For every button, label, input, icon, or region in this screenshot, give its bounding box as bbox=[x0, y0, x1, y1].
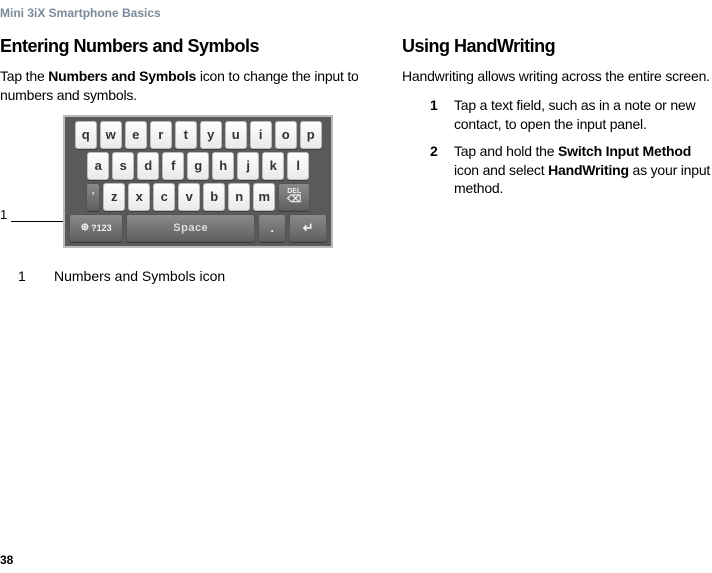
key-l[interactable]: l bbox=[287, 152, 309, 180]
step-2: 2 Tap and hold the Switch Input Method i… bbox=[430, 142, 712, 199]
enter-icon: ↵ bbox=[303, 220, 314, 236]
keyboard-row-4: ⊕ ?123 Space . ↵ bbox=[69, 214, 327, 242]
left-column: Entering Numbers and Symbols Tap the Num… bbox=[0, 36, 372, 284]
key-e[interactable]: e bbox=[125, 121, 147, 149]
key-m[interactable]: m bbox=[253, 183, 275, 211]
step-2-pre: Tap and hold the bbox=[454, 143, 558, 159]
chapter-header: Mini 3iX Smartphone Basics bbox=[0, 0, 712, 20]
key-q[interactable]: q bbox=[75, 121, 97, 149]
step-2-text: Tap and hold the Switch Input Method ico… bbox=[454, 142, 712, 199]
left-paragraph: Tap the Numbers and Symbols icon to chan… bbox=[0, 67, 372, 105]
key-w[interactable]: w bbox=[100, 121, 122, 149]
right-intro: Handwriting allows writing across the en… bbox=[402, 67, 712, 86]
step-2-mid: icon and select bbox=[454, 162, 548, 178]
key-p[interactable]: p bbox=[300, 121, 322, 149]
key-a[interactable]: a bbox=[87, 152, 109, 180]
numbers-label: ?123 bbox=[91, 223, 112, 233]
key-numbers-symbols[interactable]: ⊕ ?123 bbox=[69, 214, 123, 242]
left-section-title: Entering Numbers and Symbols bbox=[0, 36, 372, 57]
key-f[interactable]: f bbox=[162, 152, 184, 180]
key-d[interactable]: d bbox=[137, 152, 159, 180]
step-1-text: Tap a text field, such as in a note or n… bbox=[454, 96, 712, 134]
keyboard-row-3: ' z x c v b n m DEL ⌫ bbox=[69, 183, 327, 211]
key-s[interactable]: s bbox=[112, 152, 134, 180]
key-j[interactable]: j bbox=[237, 152, 259, 180]
key-c[interactable]: c bbox=[153, 183, 175, 211]
step-2-number: 2 bbox=[430, 142, 440, 199]
onscreen-keyboard: q w e r t y u i o p a s d f g h bbox=[63, 115, 333, 248]
key-i[interactable]: i bbox=[250, 121, 272, 149]
key-z[interactable]: z bbox=[103, 183, 125, 211]
step-1-number: 1 bbox=[430, 96, 440, 134]
callout-number: 1 bbox=[0, 207, 7, 222]
delete-icon: ⌫ bbox=[287, 195, 301, 205]
key-space[interactable]: Space bbox=[126, 214, 255, 242]
right-column: Using HandWriting Handwriting allows wri… bbox=[402, 36, 712, 284]
key-k[interactable]: k bbox=[262, 152, 284, 180]
key-apostrophe[interactable]: ' bbox=[86, 183, 100, 211]
key-delete[interactable]: DEL ⌫ bbox=[278, 183, 310, 211]
key-g[interactable]: g bbox=[187, 152, 209, 180]
key-b[interactable]: b bbox=[203, 183, 225, 211]
key-y[interactable]: y bbox=[200, 121, 222, 149]
legend-text: Numbers and Symbols icon bbox=[54, 268, 225, 284]
key-v[interactable]: v bbox=[178, 183, 200, 211]
figure-legend: 1 Numbers and Symbols icon bbox=[0, 268, 372, 284]
page-columns: Entering Numbers and Symbols Tap the Num… bbox=[0, 36, 712, 284]
callout-leader-line bbox=[11, 221, 63, 222]
step-1: 1 Tap a text field, such as in a note or… bbox=[430, 96, 712, 134]
step-2-bold1: Switch Input Method bbox=[558, 143, 691, 159]
page-number: 38 bbox=[0, 553, 13, 567]
keyboard-row-1: q w e r t y u i o p bbox=[69, 121, 327, 149]
legend-number: 1 bbox=[18, 268, 26, 284]
key-r[interactable]: r bbox=[150, 121, 172, 149]
globe-icon: ⊕ bbox=[81, 222, 89, 233]
key-enter[interactable]: ↵ bbox=[289, 214, 327, 242]
key-period[interactable]: . bbox=[258, 214, 286, 242]
step-2-bold2: HandWriting bbox=[548, 162, 629, 178]
steps-list: 1 Tap a text field, such as in a note or… bbox=[430, 96, 712, 198]
left-para-bold: Numbers and Symbols bbox=[48, 68, 196, 84]
key-n[interactable]: n bbox=[228, 183, 250, 211]
key-u[interactable]: u bbox=[225, 121, 247, 149]
key-x[interactable]: x bbox=[128, 183, 150, 211]
key-t[interactable]: t bbox=[175, 121, 197, 149]
right-section-title: Using HandWriting bbox=[402, 36, 712, 57]
left-para-pre: Tap the bbox=[0, 68, 48, 84]
key-o[interactable]: o bbox=[275, 121, 297, 149]
keyboard-figure: 1 q w e r t y u i o p a s d bbox=[0, 115, 372, 248]
key-h[interactable]: h bbox=[212, 152, 234, 180]
keyboard-row-2: a s d f g h j k l bbox=[69, 152, 327, 180]
